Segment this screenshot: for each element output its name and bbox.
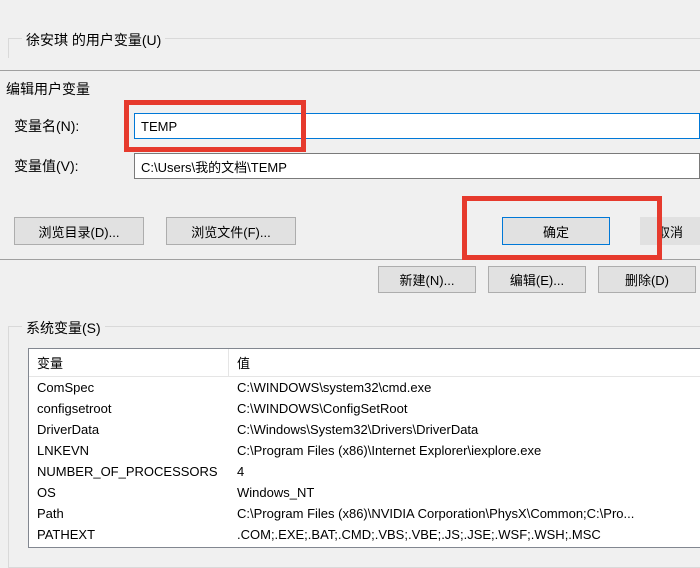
variable-value-label: 变量值(V): bbox=[14, 156, 134, 176]
dialog-title: 编辑用户变量 bbox=[0, 71, 700, 113]
cell-value: C:\WINDOWS\ConfigSetRoot bbox=[229, 401, 700, 416]
cancel-button[interactable]: 取消 bbox=[640, 217, 700, 245]
cell-value: C:\Program Files (x86)\Internet Explorer… bbox=[229, 443, 700, 458]
variable-name-row: 变量名(N): bbox=[0, 113, 700, 139]
col-header-variable[interactable]: 变量 bbox=[29, 349, 229, 377]
cell-value: Windows_NT bbox=[229, 485, 700, 500]
cell-value: .COM;.EXE;.BAT;.CMD;.VBS;.VBE;.JS;.JSE;.… bbox=[229, 527, 700, 542]
variable-value-row: 变量值(V): bbox=[0, 153, 700, 179]
table-row[interactable]: NUMBER_OF_PROCESSORS4 bbox=[29, 461, 700, 482]
cell-variable: DriverData bbox=[29, 422, 229, 437]
table-row[interactable]: ComSpecC:\WINDOWS\system32\cmd.exe bbox=[29, 377, 700, 398]
cell-value: 4 bbox=[229, 464, 700, 479]
cell-variable: PATHEXT bbox=[29, 527, 229, 542]
user-vars-label: 徐安琪 的用户变量(U) bbox=[22, 30, 165, 50]
variable-name-label: 变量名(N): bbox=[14, 116, 134, 136]
edit-button[interactable]: 编辑(E)... bbox=[488, 266, 586, 293]
table-row[interactable]: configsetrootC:\WINDOWS\ConfigSetRoot bbox=[29, 398, 700, 419]
table-row[interactable]: LNKEVNC:\Program Files (x86)\Internet Ex… bbox=[29, 440, 700, 461]
dialog-button-row: 浏览目录(D)... 浏览文件(F)... 确定 取消 bbox=[0, 217, 700, 245]
edit-user-variable-dialog: 编辑用户变量 变量名(N): 变量值(V): 浏览目录(D)... 浏览文件(F… bbox=[0, 70, 700, 260]
table-row[interactable]: DriverDataC:\Windows\System32\Drivers\Dr… bbox=[29, 419, 700, 440]
browse-file-button[interactable]: 浏览文件(F)... bbox=[166, 217, 296, 245]
cell-variable: LNKEVN bbox=[29, 443, 229, 458]
cell-variable: ComSpec bbox=[29, 380, 229, 395]
delete-button[interactable]: 删除(D) bbox=[598, 266, 696, 293]
cell-value: C:\WINDOWS\system32\cmd.exe bbox=[229, 380, 700, 395]
table-row[interactable]: PATHEXT.COM;.EXE;.BAT;.CMD;.VBS;.VBE;.JS… bbox=[29, 524, 700, 545]
cell-variable: configsetroot bbox=[29, 401, 229, 416]
sys-vars-list[interactable]: 变量 值 ComSpecC:\WINDOWS\system32\cmd.exec… bbox=[28, 348, 700, 548]
variable-name-input[interactable] bbox=[134, 113, 700, 139]
col-header-value[interactable]: 值 bbox=[229, 349, 700, 377]
cell-value: C:\Windows\System32\Drivers\DriverData bbox=[229, 422, 700, 437]
cell-value: C:\Program Files (x86)\NVIDIA Corporatio… bbox=[229, 506, 700, 521]
cell-variable: OS bbox=[29, 485, 229, 500]
user-vars-button-row: 新建(N)... 编辑(E)... 删除(D) bbox=[378, 266, 700, 293]
sys-vars-label: 系统变量(S) bbox=[22, 318, 105, 338]
ok-button[interactable]: 确定 bbox=[502, 217, 610, 245]
table-row[interactable]: OSWindows_NT bbox=[29, 482, 700, 503]
new-button[interactable]: 新建(N)... bbox=[378, 266, 476, 293]
cell-variable: NUMBER_OF_PROCESSORS bbox=[29, 464, 229, 479]
sys-vars-list-header: 变量 值 bbox=[29, 349, 700, 377]
cell-variable: Path bbox=[29, 506, 229, 521]
table-row[interactable]: PathC:\Program Files (x86)\NVIDIA Corpor… bbox=[29, 503, 700, 524]
browse-directory-button[interactable]: 浏览目录(D)... bbox=[14, 217, 144, 245]
variable-value-input[interactable] bbox=[134, 153, 700, 179]
